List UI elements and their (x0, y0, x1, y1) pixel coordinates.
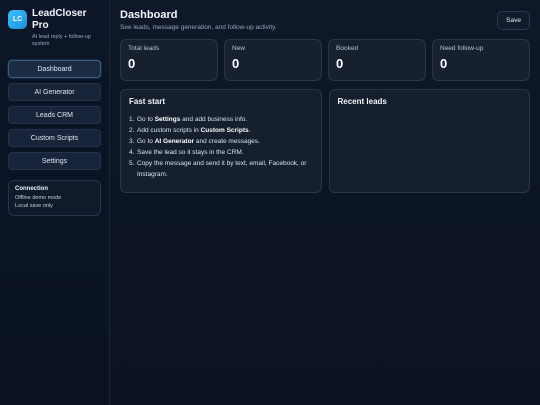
sidebar: LC LeadCloser Pro AI lead reply + follow… (0, 0, 110, 405)
step-text-bold: Custom Scripts (200, 127, 249, 134)
step-text: Copy the message and send it by text, em… (137, 160, 307, 178)
fast-start-steps: 1. Go to Settings and add business info.… (129, 114, 313, 180)
fast-start-title: Fast start (129, 97, 166, 106)
connection-mode: Offline demo mode (15, 195, 62, 201)
stat-card-need-follow-up: Need follow-up 0 (432, 39, 530, 81)
step-number: 1. (129, 116, 135, 123)
sidebar-item-dashboard[interactable]: Dashboard (8, 60, 101, 78)
step-text-bold: AI Generator (154, 138, 195, 145)
stat-card-new: New 0 (224, 39, 322, 81)
list-item: 1. Go to Settings and add business info. (129, 114, 313, 125)
stats-row: Total leads 0 New 0 Booked 0 Need follow… (120, 39, 530, 81)
sidebar-item-ai-generator[interactable]: AI Generator (8, 83, 101, 101)
page-subtitle: See leads, message generation, and follo… (120, 24, 277, 31)
brand-tagline: AI lead reply + follow-up system (32, 34, 91, 47)
step-text: Go to Settings and add business info. (137, 114, 247, 125)
brand-name: LeadCloser Pro (32, 8, 87, 31)
main-content: Dashboard See leads, message generation,… (110, 0, 540, 405)
list-item: 3. Go to AI Generator and create message… (129, 136, 313, 147)
sidebar-item-settings[interactable]: Settings (8, 152, 101, 170)
stat-value: 0 (440, 56, 448, 71)
step-number: 5. (129, 160, 135, 167)
logo-icon: LC (8, 10, 27, 29)
list-item: 5. Copy the message and send it by text,… (129, 158, 313, 180)
step-text-pre: Add custom scripts in (137, 127, 201, 134)
step-text-post: and create messages. (194, 138, 260, 145)
brand-text: LeadCloser Pro AI lead reply + follow-up… (32, 8, 101, 48)
step-text: Go to AI Generator and create messages. (137, 136, 260, 147)
stat-label: Need follow-up (440, 45, 484, 52)
step-text-bold: Settings (154, 116, 181, 123)
step-text-pre: Go to (137, 116, 155, 123)
list-item: 2. Add custom scripts in Custom Scripts. (129, 125, 313, 136)
page-title: Dashboard (120, 9, 178, 21)
step-number: 2. (129, 127, 135, 134)
step-text: Save the lead so it stays in the CRM. (137, 149, 244, 156)
connection-storage: Local save only (15, 203, 53, 209)
connection-title: Connection (15, 186, 48, 192)
step-text-post: . (248, 127, 251, 134)
save-button[interactable]: Save (497, 11, 530, 30)
sidebar-nav: Dashboard AI Generator Leads CRM Custom … (8, 60, 101, 170)
step-number: 4. (129, 149, 135, 156)
app-root: LC LeadCloser Pro AI lead reply + follow… (0, 0, 540, 405)
stat-label: New (232, 45, 246, 52)
brand: LC LeadCloser Pro AI lead reply + follow… (8, 8, 101, 48)
stat-label: Booked (336, 45, 359, 52)
stat-card-booked: Booked 0 (328, 39, 426, 81)
page-header: Dashboard See leads, message generation,… (120, 9, 530, 31)
step-text-pre: Go to (137, 138, 155, 145)
recent-leads-panel: Recent leads (328, 89, 530, 193)
stat-label: Total leads (128, 45, 160, 52)
recent-leads-title: Recent leads (337, 97, 387, 106)
stat-value: 0 (128, 56, 136, 71)
connection-card: Connection Offline demo mode Local save … (8, 180, 101, 216)
header-text: Dashboard See leads, message generation,… (120, 9, 277, 31)
stat-card-total-leads: Total leads 0 (120, 39, 218, 81)
sidebar-item-leads-crm[interactable]: Leads CRM (8, 106, 101, 124)
fast-start-panel: Fast start 1. Go to Settings and add bus… (120, 89, 322, 193)
step-text-post: and add business info. (180, 116, 248, 123)
step-text: Add custom scripts in Custom Scripts. (137, 125, 250, 136)
stat-value: 0 (232, 56, 240, 71)
sidebar-item-custom-scripts[interactable]: Custom Scripts (8, 129, 101, 147)
stat-value: 0 (336, 56, 344, 71)
panels-row: Fast start 1. Go to Settings and add bus… (120, 89, 530, 193)
list-item: 4. Save the lead so it stays in the CRM. (129, 147, 313, 158)
step-number: 3. (129, 138, 135, 145)
